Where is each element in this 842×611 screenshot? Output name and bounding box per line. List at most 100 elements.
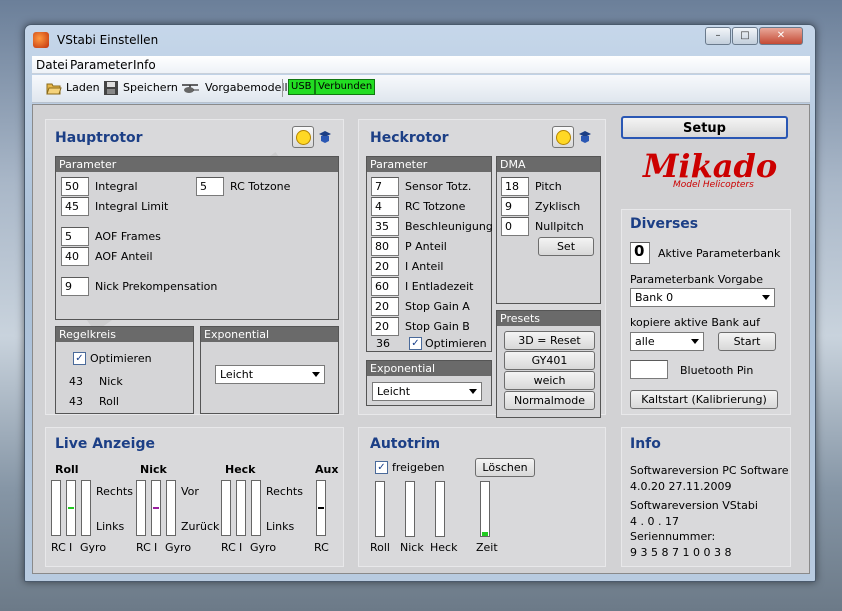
nick-i-slider bbox=[151, 480, 161, 536]
smiley-icon bbox=[556, 130, 571, 145]
i-anteil-field[interactable]: 20 bbox=[371, 257, 399, 276]
heck-rechts-label: Rechts bbox=[266, 485, 303, 498]
preset-normalmode-button[interactable]: Normalmode bbox=[504, 391, 595, 410]
freigeben-checkbox[interactable]: ✓ bbox=[375, 461, 388, 474]
stop-gain-a-field[interactable]: 20 bbox=[371, 297, 399, 316]
smiley-button[interactable] bbox=[292, 126, 314, 148]
zyklisch-field[interactable]: 9 bbox=[501, 197, 529, 216]
usb-status: USB bbox=[288, 79, 315, 95]
aux-rc-label: RC bbox=[314, 541, 329, 554]
exponential-value: Leicht bbox=[377, 385, 411, 398]
exponential-select[interactable]: Leicht bbox=[215, 365, 325, 384]
roll-gyro-label: Gyro bbox=[80, 541, 107, 554]
serial-number-label: Seriennummer: bbox=[630, 530, 716, 543]
autotrim-nick-slider bbox=[405, 481, 415, 537]
integral-limit-field[interactable]: 45 bbox=[61, 197, 89, 216]
autotrim-panel: Autotrim ✓ freigeben Löschen Roll Nick H… bbox=[358, 427, 606, 567]
pitch-field[interactable]: 18 bbox=[501, 177, 529, 196]
group-header: DMA bbox=[497, 157, 600, 172]
vstabi-version-value: 4 . 0 . 17 bbox=[630, 515, 679, 528]
expert-icon[interactable] bbox=[318, 130, 332, 144]
roll-i-label: I bbox=[69, 541, 73, 554]
nick-zurueck-label: Zurück bbox=[181, 520, 220, 533]
default-model-button[interactable]: Vorgabemodell bbox=[205, 81, 288, 94]
optimize-checkbox[interactable]: ✓ bbox=[73, 352, 86, 365]
beschleunigung-field[interactable]: 35 bbox=[371, 217, 399, 236]
diverses-panel: Diverses 0 Aktive Parameterbank Paramete… bbox=[621, 209, 791, 415]
app-window: VStabi Einstellen – □ ✕ Datei Parameter … bbox=[24, 24, 816, 582]
optimize-value: 36 bbox=[376, 337, 390, 350]
freigeben-label: freigeben bbox=[392, 461, 445, 474]
nick-rc-slider bbox=[136, 480, 146, 536]
sensor-totz-field[interactable]: 7 bbox=[371, 177, 399, 196]
vorgabe-select[interactable]: Bank 0 bbox=[630, 288, 775, 307]
title-bar[interactable]: VStabi Einstellen – □ ✕ bbox=[25, 25, 815, 55]
smiley-button[interactable] bbox=[552, 126, 574, 148]
kaltstart-button[interactable]: Kaltstart (Kalibrierung) bbox=[630, 390, 778, 409]
integral-field[interactable]: 50 bbox=[61, 177, 89, 196]
aof-frames-label: AOF Frames bbox=[95, 230, 161, 243]
i-entladezeit-field[interactable]: 60 bbox=[371, 277, 399, 296]
copy-select[interactable]: alle bbox=[630, 332, 704, 351]
heckrotor-parameter-group: Parameter 7 Sensor Totz. 4 RC Totzone 35… bbox=[366, 156, 493, 352]
nullpitch-label: Nullpitch bbox=[535, 220, 584, 233]
set-button[interactable]: Set bbox=[538, 237, 594, 256]
roll-gyro-slider bbox=[81, 480, 91, 536]
nick-prekompensation-field[interactable]: 9 bbox=[61, 277, 89, 296]
aux-header: Aux bbox=[315, 463, 339, 476]
optimize-checkbox[interactable]: ✓ bbox=[409, 337, 422, 350]
menu-parameter[interactable]: Parameter bbox=[70, 58, 132, 72]
regelkreis-group: Regelkreis ✓ Optimieren 43 Nick 43 Roll bbox=[55, 326, 194, 414]
diverses-title: Diverses bbox=[630, 216, 699, 232]
menu-info[interactable]: Info bbox=[133, 58, 156, 72]
maximize-button[interactable]: □ bbox=[732, 27, 758, 45]
group-header: Exponential bbox=[367, 361, 491, 376]
group-header: Regelkreis bbox=[56, 327, 193, 342]
stop-gain-b-label: Stop Gain B bbox=[405, 320, 470, 333]
aof-frames-field[interactable]: 5 bbox=[61, 227, 89, 246]
integral-label: Integral bbox=[95, 180, 138, 193]
aof-anteil-field[interactable]: 40 bbox=[61, 247, 89, 266]
nullpitch-field[interactable]: 0 bbox=[501, 217, 529, 236]
rc-totzone-field[interactable]: 5 bbox=[196, 177, 224, 196]
autotrim-heck-label: Heck bbox=[430, 541, 458, 554]
info-panel: Info Softwareversion PC Software 4.0.20 … bbox=[621, 427, 791, 567]
live-anzeige-title: Live Anzeige bbox=[55, 436, 155, 452]
vorgabe-value: Bank 0 bbox=[635, 291, 674, 304]
i-anteil-label: I Anteil bbox=[405, 260, 444, 273]
heck-rc-label: RC bbox=[221, 541, 236, 554]
stop-gain-b-field[interactable]: 20 bbox=[371, 317, 399, 336]
autotrim-heck-slider bbox=[435, 481, 445, 537]
active-bank-field: 0 bbox=[630, 242, 650, 264]
autotrim-title: Autotrim bbox=[370, 436, 441, 452]
minimize-button[interactable]: – bbox=[705, 27, 731, 45]
exponential-select[interactable]: Leicht bbox=[372, 382, 482, 401]
bluetooth-pin-field[interactable] bbox=[630, 360, 668, 379]
p-anteil-label: P Anteil bbox=[405, 240, 447, 253]
chevron-down-icon bbox=[469, 389, 477, 394]
setup-button[interactable]: Setup bbox=[621, 116, 788, 139]
expert-icon[interactable] bbox=[578, 130, 592, 144]
nick-gyro-slider bbox=[166, 480, 176, 536]
save-button[interactable]: Speichern bbox=[123, 81, 178, 94]
heck-i-label: I bbox=[239, 541, 243, 554]
start-button[interactable]: Start bbox=[718, 332, 776, 351]
rc-totzone-field[interactable]: 4 bbox=[371, 197, 399, 216]
menu-datei[interactable]: Datei bbox=[36, 58, 68, 72]
preset-3d-reset-button[interactable]: 3D = Reset bbox=[504, 331, 595, 350]
app-icon bbox=[33, 32, 49, 48]
slider-mark bbox=[153, 507, 159, 509]
close-button[interactable]: ✕ bbox=[759, 27, 803, 45]
load-button[interactable]: Laden bbox=[66, 81, 100, 94]
heck-gyro-slider bbox=[251, 480, 261, 536]
slider-mark bbox=[68, 507, 74, 509]
preset-weich-button[interactable]: weich bbox=[504, 371, 595, 390]
nick-i-label: I bbox=[154, 541, 158, 554]
roll-label: Roll bbox=[99, 395, 119, 408]
save-icon bbox=[104, 81, 118, 95]
serial-number-value: 9 3 5 8 7 1 0 0 3 8 bbox=[630, 546, 732, 559]
preset-gy401-button[interactable]: GY401 bbox=[504, 351, 595, 370]
vorgabe-label: Parameterbank Vorgabe bbox=[630, 273, 763, 286]
loeschen-button[interactable]: Löschen bbox=[475, 458, 535, 477]
p-anteil-field[interactable]: 80 bbox=[371, 237, 399, 256]
